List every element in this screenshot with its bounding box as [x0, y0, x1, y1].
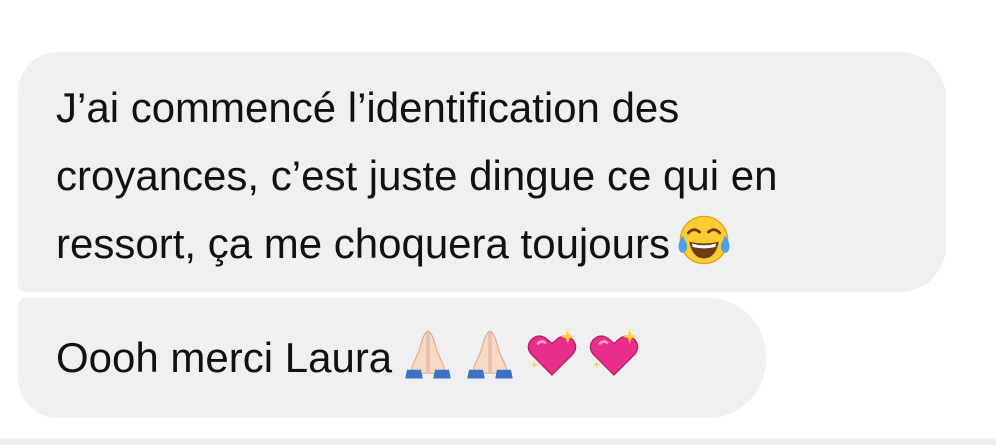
message-text-line-content: Oooh merci Laura	[56, 334, 393, 381]
message-text-line: croyances, c’est juste dingue ce qui en	[56, 152, 778, 199]
bottom-divider	[0, 438, 996, 445]
folded-hands-icon	[462, 326, 518, 382]
sparkling-heart-icon	[586, 326, 642, 382]
folded-hands-icon	[400, 326, 456, 382]
message-text-line-content: ressort, ça me choquera toujours	[56, 220, 670, 267]
message-text-line: J’ai commencé l’identification des	[56, 84, 680, 131]
message-text-line: Oooh merci Laura	[56, 324, 726, 392]
chat-thread: J’ai commencé l’identification des croya…	[0, 0, 996, 445]
sparkling-heart-icon	[524, 326, 580, 382]
message-bubble[interactable]: J’ai commencé l’identification des croya…	[18, 52, 946, 292]
face-with-tears-of-joy-icon	[676, 212, 732, 268]
message-bubble[interactable]: Oooh merci Laura	[18, 298, 766, 418]
message-text-line: ressort, ça me choquera toujours	[56, 210, 906, 278]
